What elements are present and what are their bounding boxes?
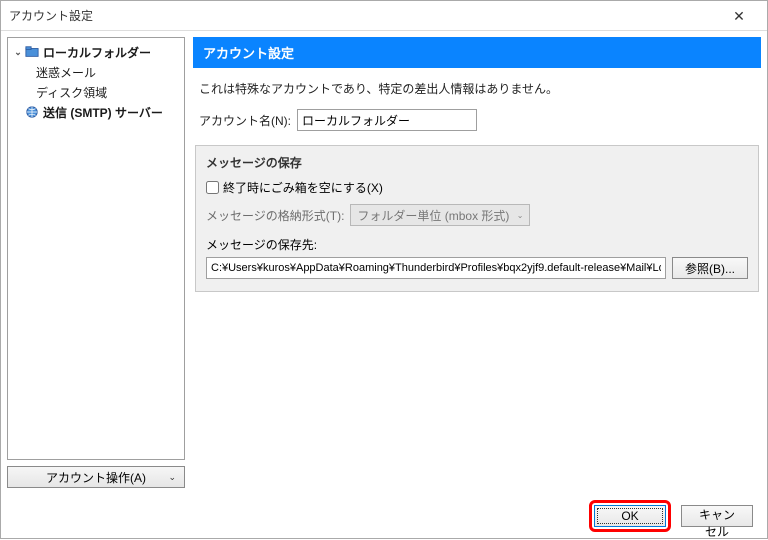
empty-trash-row: 終了時にごみ箱を空にする(X) [206,179,748,196]
storage-format-label: メッセージの格納形式(T): [206,207,344,224]
panel-description: これは特殊なアカウントであり、特定の差出人情報はありません。 [193,68,761,105]
storage-section: メッセージの保存 終了時にごみ箱を空にする(X) メッセージの格納形式(T): … [195,145,759,292]
tree-item-disk[interactable]: ディスク領域 [8,82,184,102]
tree-item-smtp[interactable]: 送信 (SMTP) サーバー [8,102,184,122]
account-name-label: アカウント名(N): [199,112,291,129]
titlebar: アカウント設定 ✕ [1,1,767,31]
twisty-icon[interactable]: ⌄ [12,47,24,58]
globe-icon [24,104,40,120]
panel-header: アカウント設定 [193,37,761,68]
folder-icon [24,44,40,60]
ok-button[interactable]: OK [594,505,666,527]
empty-trash-checkbox[interactable] [206,181,219,194]
tree-label: ローカルフォルダー [43,44,151,61]
content-area: ⌄ ローカルフォルダー 迷惑メール ディスク領域 送信 (SMTP) サーバー [1,31,767,494]
tree-item-junk[interactable]: 迷惑メール [8,62,184,82]
chevron-down-icon: ⌄ [517,211,524,220]
tree-label: ディスク領域 [36,84,107,101]
empty-trash-label: 終了時にごみ箱を空にする(X) [223,179,383,196]
browse-button[interactable]: 参照(B)... [672,257,748,279]
account-name-row: アカウント名(N): [193,105,761,135]
cancel-button[interactable]: キャンセル [681,505,753,527]
storage-path-input[interactable] [206,257,666,279]
account-operations-label: アカウント操作(A) [46,469,146,486]
storage-path-row: 参照(B)... [206,257,748,279]
tree-label: 送信 (SMTP) サーバー [43,104,163,121]
account-tree[interactable]: ⌄ ローカルフォルダー 迷惑メール ディスク領域 送信 (SMTP) サーバー [7,37,185,460]
main-panel: アカウント設定 これは特殊なアカウントであり、特定の差出人情報はありません。 ア… [193,37,761,488]
tree-label: 迷惑メール [36,64,96,81]
account-name-input[interactable] [297,109,477,131]
storage-format-combo: フォルダー単位 (mbox 形式) ⌄ [350,204,530,226]
storage-title: メッセージの保存 [206,154,748,171]
dialog-footer: OK キャンセル [1,494,767,538]
storage-path-label: メッセージの保存先: [206,236,748,253]
account-operations-button[interactable]: アカウント操作(A) ⌄ [7,466,185,488]
window-title: アカウント設定 [9,7,719,24]
tree-item-local-folders[interactable]: ⌄ ローカルフォルダー [8,42,184,62]
close-icon[interactable]: ✕ [719,2,759,30]
storage-format-row: メッセージの格納形式(T): フォルダー単位 (mbox 形式) ⌄ [206,204,748,226]
chevron-down-icon: ⌄ [168,472,176,483]
storage-format-value: フォルダー単位 (mbox 形式) [357,207,509,224]
sidebar: ⌄ ローカルフォルダー 迷惑メール ディスク領域 送信 (SMTP) サーバー [7,37,185,488]
ok-highlight: OK [589,500,671,532]
